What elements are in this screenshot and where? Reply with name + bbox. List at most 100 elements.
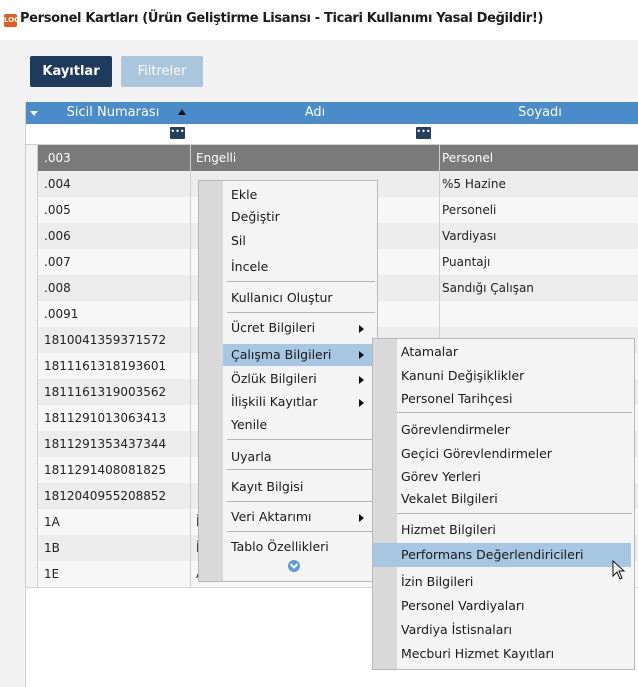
cell-sicil: 1811291013063413 <box>44 411 167 425</box>
cell-soyadi <box>442 301 638 327</box>
menu-item-incele[interactable]: İncele <box>231 259 371 274</box>
menu-item-yenile[interactable]: Yenile <box>231 417 371 432</box>
submenu-item-gecici-gorevlendirmeler[interactable]: Geçici Görevlendirmeler <box>401 446 552 461</box>
cell-soyadi: %5 Hazine <box>442 177 506 191</box>
submenu-arrow-icon <box>359 376 364 384</box>
column-separator <box>190 457 191 483</box>
menu-item-ozluk-bilgileri[interactable]: Özlük Bilgileri <box>231 371 371 386</box>
context-menu-icon-strip <box>199 181 223 581</box>
submenu-item-personel-tarihcesi[interactable]: Personel Tarihçesi <box>401 391 512 406</box>
column-separator <box>190 483 191 509</box>
column-separator <box>190 327 191 353</box>
menu-separator <box>227 312 375 313</box>
menu-item-tablo-ozellikleri[interactable]: Tablo Özellikleri <box>231 539 371 554</box>
cell-sicil: .007 <box>44 255 71 269</box>
cell-soyadi: Sandığı Çalışan <box>442 281 534 295</box>
cell-sicil: 1A <box>44 515 60 529</box>
column-separator <box>190 561 191 587</box>
tab-kayitlar[interactable]: Kayıtlar <box>30 56 112 87</box>
submenu-icon-strip <box>373 339 397 669</box>
cell-sicil: 1811291408081825 <box>44 463 167 477</box>
column-separator <box>190 145 191 171</box>
menu-item-veri-aktarimi[interactable]: Veri Aktarımı <box>231 509 371 524</box>
column-separator <box>190 223 191 249</box>
submenu-item-vekalet-bilgileri[interactable]: Vekalet Bilgileri <box>401 491 498 506</box>
column-separator <box>190 171 191 197</box>
cell-sicil: .003 <box>44 151 71 165</box>
row-indicator[interactable] <box>26 249 38 275</box>
cell-soyadi: Puantajı <box>442 255 491 269</box>
menu-item-kullanici-olustur[interactable]: Kullanıcı Oluştur <box>231 290 371 305</box>
row-indicator[interactable] <box>26 457 38 483</box>
cell-soyadi: Personel <box>442 151 494 165</box>
menu-separator <box>227 281 375 282</box>
grid-header: Sicil Numarası Adı Soyadı <box>26 102 638 124</box>
column-separator <box>439 223 440 249</box>
submenu-calisma-bilgileri: Atamalar Kanuni Değişiklikler Personel T… <box>372 338 635 670</box>
cell-sicil: .006 <box>44 229 71 243</box>
cell-sicil: 1E <box>44 567 60 581</box>
menu-item-ucret-bilgileri[interactable]: Ücret Bilgileri <box>231 320 371 335</box>
row-indicator[interactable] <box>26 197 38 223</box>
row-indicator[interactable] <box>26 301 38 327</box>
submenu-item-gorev-yerleri[interactable]: Görev Yerleri <box>401 469 481 484</box>
column-separator <box>190 353 191 379</box>
column-separator <box>190 379 191 405</box>
cell-sicil: 1811161319003562 <box>44 385 167 399</box>
column-separator <box>190 301 191 327</box>
submenu-separator <box>397 513 632 514</box>
row-indicator[interactable] <box>26 171 38 197</box>
submenu-item-hizmet-bilgileri[interactable]: Hizmet Bilgileri <box>401 522 496 537</box>
submenu-item-personel-vardiyalari[interactable]: Personel Vardiyaları <box>401 598 525 613</box>
column-separator <box>439 301 440 327</box>
menu-item-iliskili-kayitlar[interactable]: İlişkili Kayıtlar <box>231 394 371 409</box>
submenu-item-performans-degerlendiricileri[interactable]: Performans Değerlendiricileri <box>373 543 631 567</box>
row-indicator[interactable] <box>26 561 38 587</box>
menu-item-degistir[interactable]: Değiştir <box>231 209 371 224</box>
row-indicator[interactable] <box>26 535 38 561</box>
menu-item-calisma-bilgileri[interactable]: Çalışma Bilgileri <box>223 344 373 366</box>
cell-sicil: .008 <box>44 281 71 295</box>
menu-item-uyarla[interactable]: Uyarla <box>231 449 371 464</box>
more-items-chevron-down-icon[interactable] <box>287 559 301 573</box>
row-indicator[interactable] <box>26 275 38 301</box>
column-header-soyadi[interactable]: Soyadı <box>440 102 638 124</box>
filter-sicil-button[interactable]: ••• <box>170 127 185 139</box>
row-indicator[interactable] <box>26 405 38 431</box>
column-header-adi[interactable]: Adı <box>190 102 440 124</box>
row-indicator[interactable] <box>26 145 38 171</box>
row-indicator[interactable] <box>26 327 38 353</box>
submenu-item-vardiya-istisnalari[interactable]: Vardiya İstisnaları <box>401 622 512 637</box>
filter-row: ••• ••• <box>26 124 638 145</box>
tab-filtreler[interactable]: Filtreler <box>121 56 203 87</box>
menu-item-kayit-bilgisi[interactable]: Kayıt Bilgisi <box>231 479 371 494</box>
cell-sicil: 1B <box>44 541 60 555</box>
column-header-sicil[interactable]: Sicil Numarası <box>37 102 189 124</box>
sort-ascending-icon <box>178 109 186 115</box>
submenu-item-atamalar[interactable]: Atamalar <box>401 344 458 359</box>
column-separator <box>439 249 440 275</box>
table-row[interactable]: .003 Engelli Personel <box>26 145 638 172</box>
submenu-item-kanuni-degisiklikler[interactable]: Kanuni Değişiklikler <box>401 368 524 383</box>
row-indicator[interactable] <box>26 509 38 535</box>
column-separator <box>190 275 191 301</box>
column-separator <box>190 249 191 275</box>
logo-app-icon: LOGO <box>4 14 26 27</box>
cell-soyadi: Personeli <box>442 203 497 217</box>
menu-item-sil[interactable]: Sil <box>231 233 371 248</box>
window-title: Personel Kartları (Ürün Geliştirme Lisan… <box>20 11 544 26</box>
submenu-item-mecburi-hizmet-kayitlari[interactable]: Mecburi Hizmet Kayıtları <box>401 646 554 661</box>
column-separator <box>190 431 191 457</box>
row-indicator[interactable] <box>26 483 38 509</box>
menu-separator <box>227 469 375 470</box>
row-indicator[interactable] <box>26 223 38 249</box>
submenu-item-izin-bilgileri[interactable]: İzin Bilgileri <box>401 574 473 589</box>
row-indicator[interactable] <box>26 431 38 457</box>
column-separator <box>190 197 191 223</box>
filter-adi-button[interactable]: ••• <box>416 127 431 139</box>
submenu-item-gorevlendirmeler[interactable]: Görevlendirmeler <box>401 422 510 437</box>
column-separator <box>439 275 440 301</box>
row-indicator[interactable] <box>26 379 38 405</box>
row-indicator[interactable] <box>26 353 38 379</box>
menu-item-ekle[interactable]: Ekle <box>231 187 371 202</box>
